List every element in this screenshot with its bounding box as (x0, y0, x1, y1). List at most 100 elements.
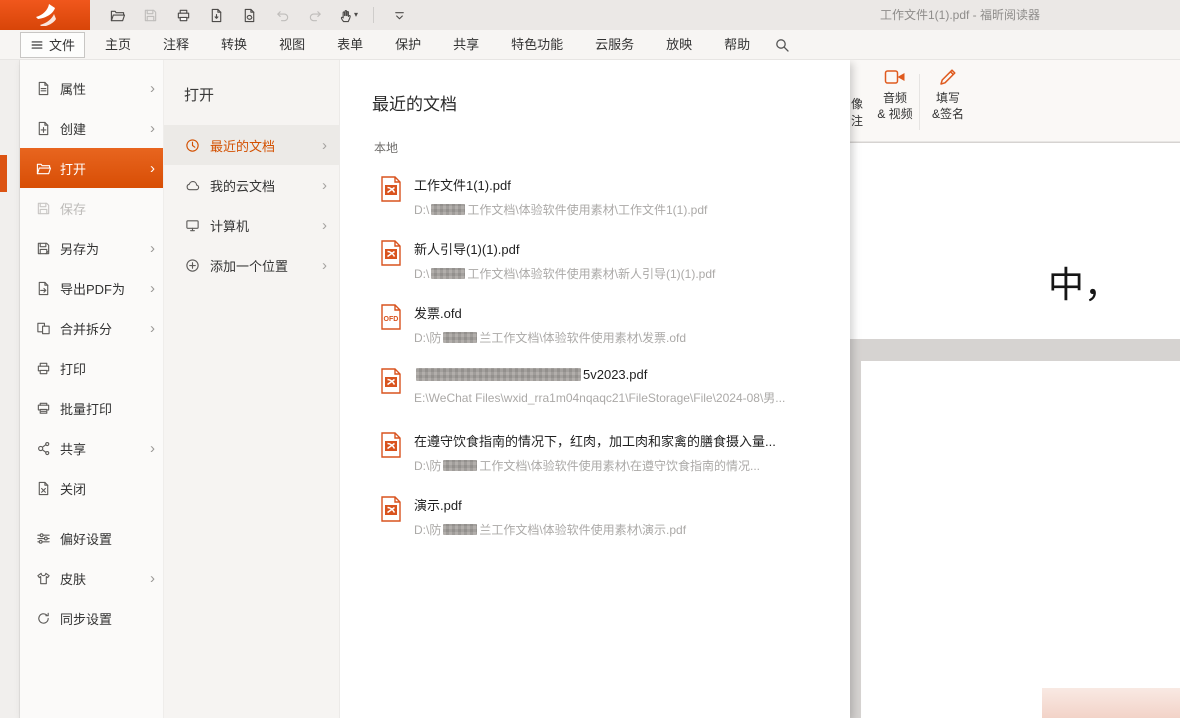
file-menu-item-properties[interactable]: 属性› (20, 68, 163, 108)
file-menu-item-label: 保存 (60, 199, 86, 218)
add-place-icon (184, 258, 200, 273)
file-path: D:\防 (414, 331, 441, 345)
open-file-button[interactable] (104, 3, 130, 27)
file-menu-item-label: 共享 (60, 439, 86, 458)
quick-access-toolbar: ▾ (90, 3, 412, 27)
convert-doc-button[interactable] (236, 3, 262, 27)
open-panel-item-my-cloud-documents[interactable]: 我的云文档 › (164, 165, 339, 205)
save-as-icon (35, 241, 51, 256)
menu-tabs: 主页注释转换视图表单保护共享特色功能云服务放映帮助 (89, 30, 766, 59)
chevron-right-icon: › (322, 138, 327, 153)
file-menu-item-save-as[interactable]: 另存为› (20, 228, 163, 268)
recent-documents-title: 最近的文档 (372, 90, 850, 115)
menubar: 文件 主页注释转换视图表单保护共享特色功能云服务放映帮助 (0, 30, 1180, 60)
audio-video-label: 音频 (883, 91, 907, 106)
audio-video-icon (884, 66, 906, 88)
file-menu-item-label: 导出PDF为 (60, 279, 125, 298)
file-menu-item-create[interactable]: 创建› (20, 108, 163, 148)
fill-sign-label: 填写 (936, 91, 960, 106)
create-icon (35, 121, 51, 136)
recent-file-item[interactable]: 5v2023.pdfE:\WeChat Files\wxid_rra1m04nq… (380, 360, 850, 424)
file-menu-item-close[interactable]: 关闭 (20, 468, 163, 508)
open-panel: 打开 最近的文档›我的云文档›计算机›添加一个位置› (163, 60, 340, 718)
print-icon (35, 361, 51, 376)
file-name: 演示.pdf (414, 498, 462, 513)
chevron-right-icon: › (322, 218, 327, 233)
chevron-right-icon: › (150, 281, 155, 296)
file-menu-item-label: 批量打印 (60, 399, 112, 418)
search-button[interactable] (774, 37, 790, 53)
file-text: 5v2023.pdfE:\WeChat Files\wxid_rra1m04nq… (414, 367, 785, 406)
document-page (861, 361, 1180, 718)
ribbon-toggle-button[interactable] (386, 3, 412, 27)
menu-tab-special-features[interactable]: 特色功能 (495, 30, 579, 59)
open-panel-item-label: 我的云文档 (210, 176, 275, 195)
menu-tab-home[interactable]: 主页 (89, 30, 147, 59)
menu-tab-view[interactable]: 视图 (263, 30, 321, 59)
chevron-right-icon: › (150, 121, 155, 136)
open-panel-item-computer[interactable]: 计算机› (164, 205, 339, 245)
menu-tab-cloud-service[interactable]: 云服务 (579, 30, 650, 59)
file-path: E:\WeChat Files\wxid_rra1m04nqaqc21\File… (414, 391, 785, 405)
open-panel-item-add-a-place[interactable]: 添加一个位置› (164, 245, 339, 285)
fill-sign-button[interactable]: 填写 &签名 (921, 66, 975, 122)
audio-video-button[interactable]: 音频 & 视频 (868, 66, 922, 122)
file-menu-label: 文件 (49, 35, 75, 54)
fill-sign-label: &签名 (932, 107, 964, 122)
file-menu-item-print[interactable]: 打印 (20, 348, 163, 388)
chevron-right-icon: › (150, 161, 155, 176)
ofd-file-icon: OFD (380, 304, 402, 335)
file-menu-item-share[interactable]: 共享› (20, 428, 163, 468)
app-logo (0, 0, 90, 30)
export-doc-button[interactable] (203, 3, 229, 27)
chevron-right-icon: › (150, 571, 155, 586)
file-menu-item-open[interactable]: 打开 › (20, 148, 163, 188)
menu-tab-protect[interactable]: 保护 (379, 30, 437, 59)
menu-tab-help[interactable]: 帮助 (708, 30, 766, 59)
open-panel-item-recent-documents[interactable]: 最近的文档› (164, 125, 339, 165)
file-menu-item-label: 皮肤 (60, 569, 86, 588)
menu-tab-share[interactable]: 共享 (437, 30, 495, 59)
pdf-file-icon (380, 176, 402, 207)
file-menu-item-batch-print[interactable]: 批量打印 (20, 388, 163, 428)
file-menu-item-label: 打开 (60, 159, 86, 178)
recent-file-item[interactable]: 演示.pdfD:\防兰工作文档\体验软件使用素材\演示.pdf (380, 488, 850, 552)
file-path: 工作文档\体验软件使用素材\工作文件1(1).pdf (467, 203, 707, 217)
file-menu-item-skin[interactable]: 皮肤 › (20, 558, 163, 598)
undo-button (269, 3, 295, 27)
file-menu-item-export-pdf[interactable]: 导出PDF为 › (20, 268, 163, 308)
recent-file-item[interactable]: 工作文件1(1).pdfD:\工作文档\体验软件使用素材\工作文件1(1).pd… (380, 168, 850, 232)
chevron-right-icon: › (322, 258, 327, 273)
recent-file-item[interactable]: 新人引导(1)(1).pdfD:\工作文档\体验软件使用素材\新人引导(1)(1… (380, 232, 850, 296)
redacted-blur (431, 204, 465, 215)
file-text: 新人引导(1)(1).pdfD:\工作文档\体验软件使用素材\新人引导(1)(1… (414, 239, 715, 282)
search-icon (774, 37, 790, 53)
pencil-icon (938, 66, 958, 88)
file-menu-item-preferences[interactable]: 偏好设置 (20, 518, 163, 558)
hand-tool-button[interactable]: ▾ (335, 3, 361, 27)
recent-file-item[interactable]: OFD发票.ofdD:\防兰工作文档\体验软件使用素材\发票.ofd (380, 296, 850, 360)
file-menu-item-sync-settings[interactable]: 同步设置 (20, 598, 163, 638)
open-icon (35, 161, 51, 176)
file-menu-overlay: 属性›创建›打开›保存另存为›导出PDF为›合并拆分›打印批量打印共享›关闭偏好… (20, 60, 850, 718)
recent-file-item[interactable]: 在遵守饮食指南的情况下，红肉，加工肉和家禽的膳食摄入量...D:\防工作文档\体… (380, 424, 850, 488)
sync-icon (35, 611, 51, 626)
save-button (137, 3, 163, 27)
menu-tab-form[interactable]: 表单 (321, 30, 379, 59)
recent-clock-icon (184, 138, 200, 153)
print-button[interactable] (170, 3, 196, 27)
file-menu-item-merge-split[interactable]: 合并拆分› (20, 308, 163, 348)
file-path: D:\防 (414, 459, 441, 473)
file-path: D:\ (414, 203, 429, 217)
menu-tab-slideshow[interactable]: 放映 (650, 30, 708, 59)
menu-tab-comment[interactable]: 注释 (147, 30, 205, 59)
file-name: 发票.ofd (414, 306, 462, 321)
audio-video-label: & 视频 (877, 107, 912, 122)
menu-tab-convert[interactable]: 转换 (205, 30, 263, 59)
merge-split-icon (35, 321, 51, 336)
toolbar-separator (373, 7, 374, 23)
chevron-right-icon: › (322, 178, 327, 193)
file-path: D:\防 (414, 523, 441, 537)
file-menu-item-label: 打印 (60, 359, 86, 378)
file-menu-button[interactable]: 文件 (20, 32, 85, 58)
